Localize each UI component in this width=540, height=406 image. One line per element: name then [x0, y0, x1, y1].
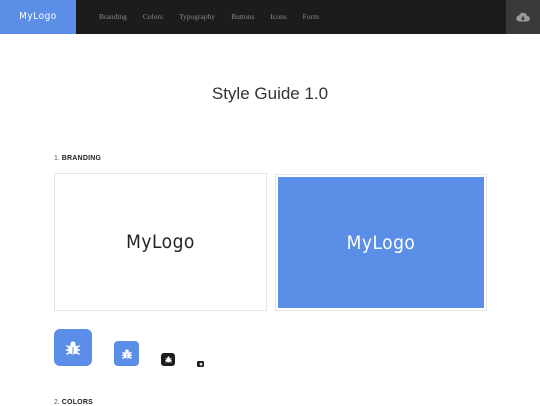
cloud-download-icon: [516, 12, 530, 22]
nav-item-typography[interactable]: Typography: [179, 0, 215, 34]
top-navbar: MyLogo Branding Colors Typography Button…: [0, 0, 540, 34]
logo-text-dark: MyLogo: [126, 231, 195, 253]
logo-text-light: MyLogo: [346, 231, 416, 254]
nav-item-buttons[interactable]: Buttons: [231, 0, 254, 34]
logo-on-brand-frame: MyLogo: [275, 174, 487, 311]
section-heading-branding: 1. BRANDING: [54, 155, 101, 162]
section-title: BRANDING: [61, 155, 102, 162]
main-nav: Branding Colors Typography Buttons Icons…: [99, 0, 335, 34]
brand-logo[interactable]: MyLogo: [0, 0, 76, 34]
app-icon-tiny: [197, 361, 204, 367]
page-title: Style Guide 1.0: [211, 84, 329, 103]
bug-icon: [199, 362, 202, 366]
logo-on-brand: MyLogo: [278, 177, 484, 308]
app-icon-small: [161, 353, 175, 366]
app-icon-medium: [114, 341, 139, 366]
nav-item-branding[interactable]: Branding: [99, 0, 127, 34]
logo-on-light: MyLogo: [54, 173, 267, 311]
download-button[interactable]: [506, 0, 540, 34]
nav-item-icons[interactable]: Icons: [270, 0, 286, 34]
nav-item-form[interactable]: Form: [303, 0, 319, 34]
bug-icon: [65, 340, 81, 355]
bug-icon: [164, 356, 172, 363]
bug-icon: [121, 348, 132, 359]
app-icon-large: [54, 329, 92, 366]
nav-item-colors[interactable]: Colors: [143, 0, 163, 34]
section-number: 1.: [54, 155, 60, 162]
